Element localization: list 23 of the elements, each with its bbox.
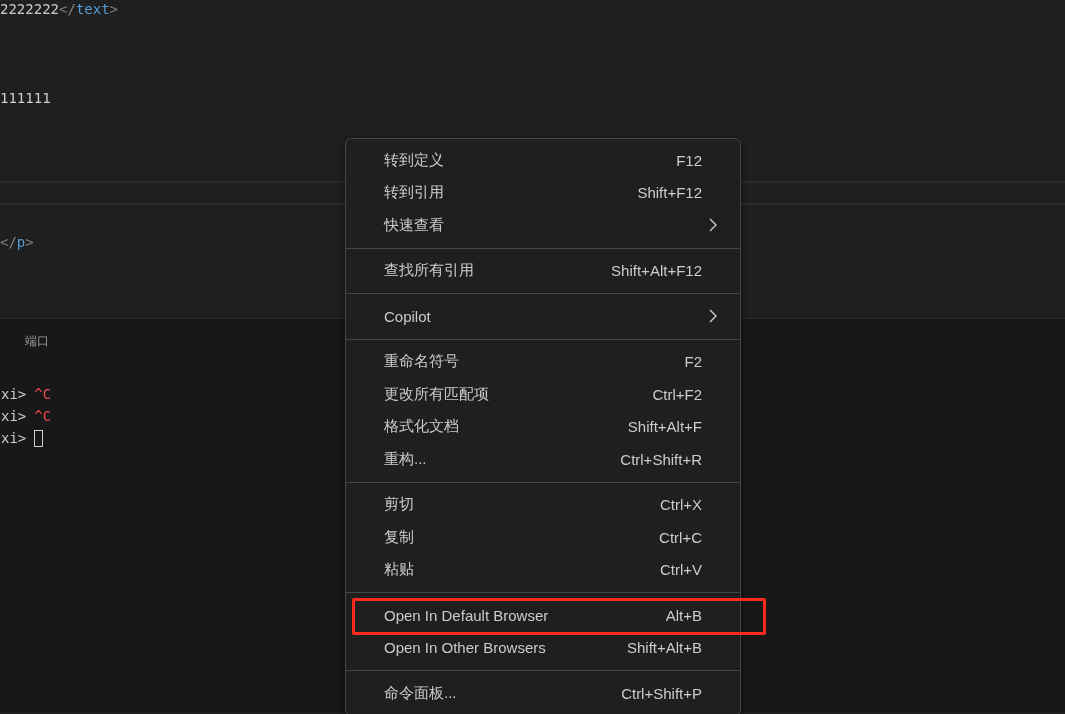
menu-item[interactable]: 重命名符号 F2 (346, 345, 740, 378)
panel-tab[interactable]: 端口 (25, 333, 49, 353)
menu-item[interactable]: 剪切 Ctrl+X (346, 488, 740, 521)
terminal-prompt: xi> (1, 385, 27, 404)
terminal-text: ^C (34, 385, 52, 404)
menu-item[interactable]: Open In Other Browsers Shift+Alt+B (346, 631, 740, 664)
menu-item[interactable]: 格式化文档 Shift+Alt+F (346, 410, 740, 443)
menu-item[interactable]: 重构... Ctrl+Shift+R (346, 443, 740, 476)
code-line: 111111 (0, 89, 51, 108)
terminal-prompt: xi> (1, 429, 27, 448)
menu-item[interactable]: 更改所有匹配项 Ctrl+F2 (346, 378, 740, 411)
menu-item[interactable]: 转到定义 F12 (346, 144, 740, 177)
code-line: </p> (0, 233, 34, 252)
menu-item[interactable]: 复制 Ctrl+C (346, 521, 740, 554)
code-line: 2222222</text> (0, 0, 119, 19)
menu-item[interactable]: 查找所有引用 Shift+Alt+F12 (346, 254, 740, 287)
terminal-text: ^C (34, 407, 52, 426)
menu-item[interactable]: 转到引用 Shift+F12 (346, 176, 740, 209)
menu-item[interactable]: Copilot (346, 300, 740, 333)
menu-item[interactable]: 粘贴 Ctrl+V (346, 553, 740, 586)
menu-item[interactable]: 快速查看 (346, 209, 740, 242)
menu-item[interactable]: 命令面板... Ctrl+Shift+P (346, 677, 740, 710)
terminal-prompt: xi> (1, 407, 27, 426)
